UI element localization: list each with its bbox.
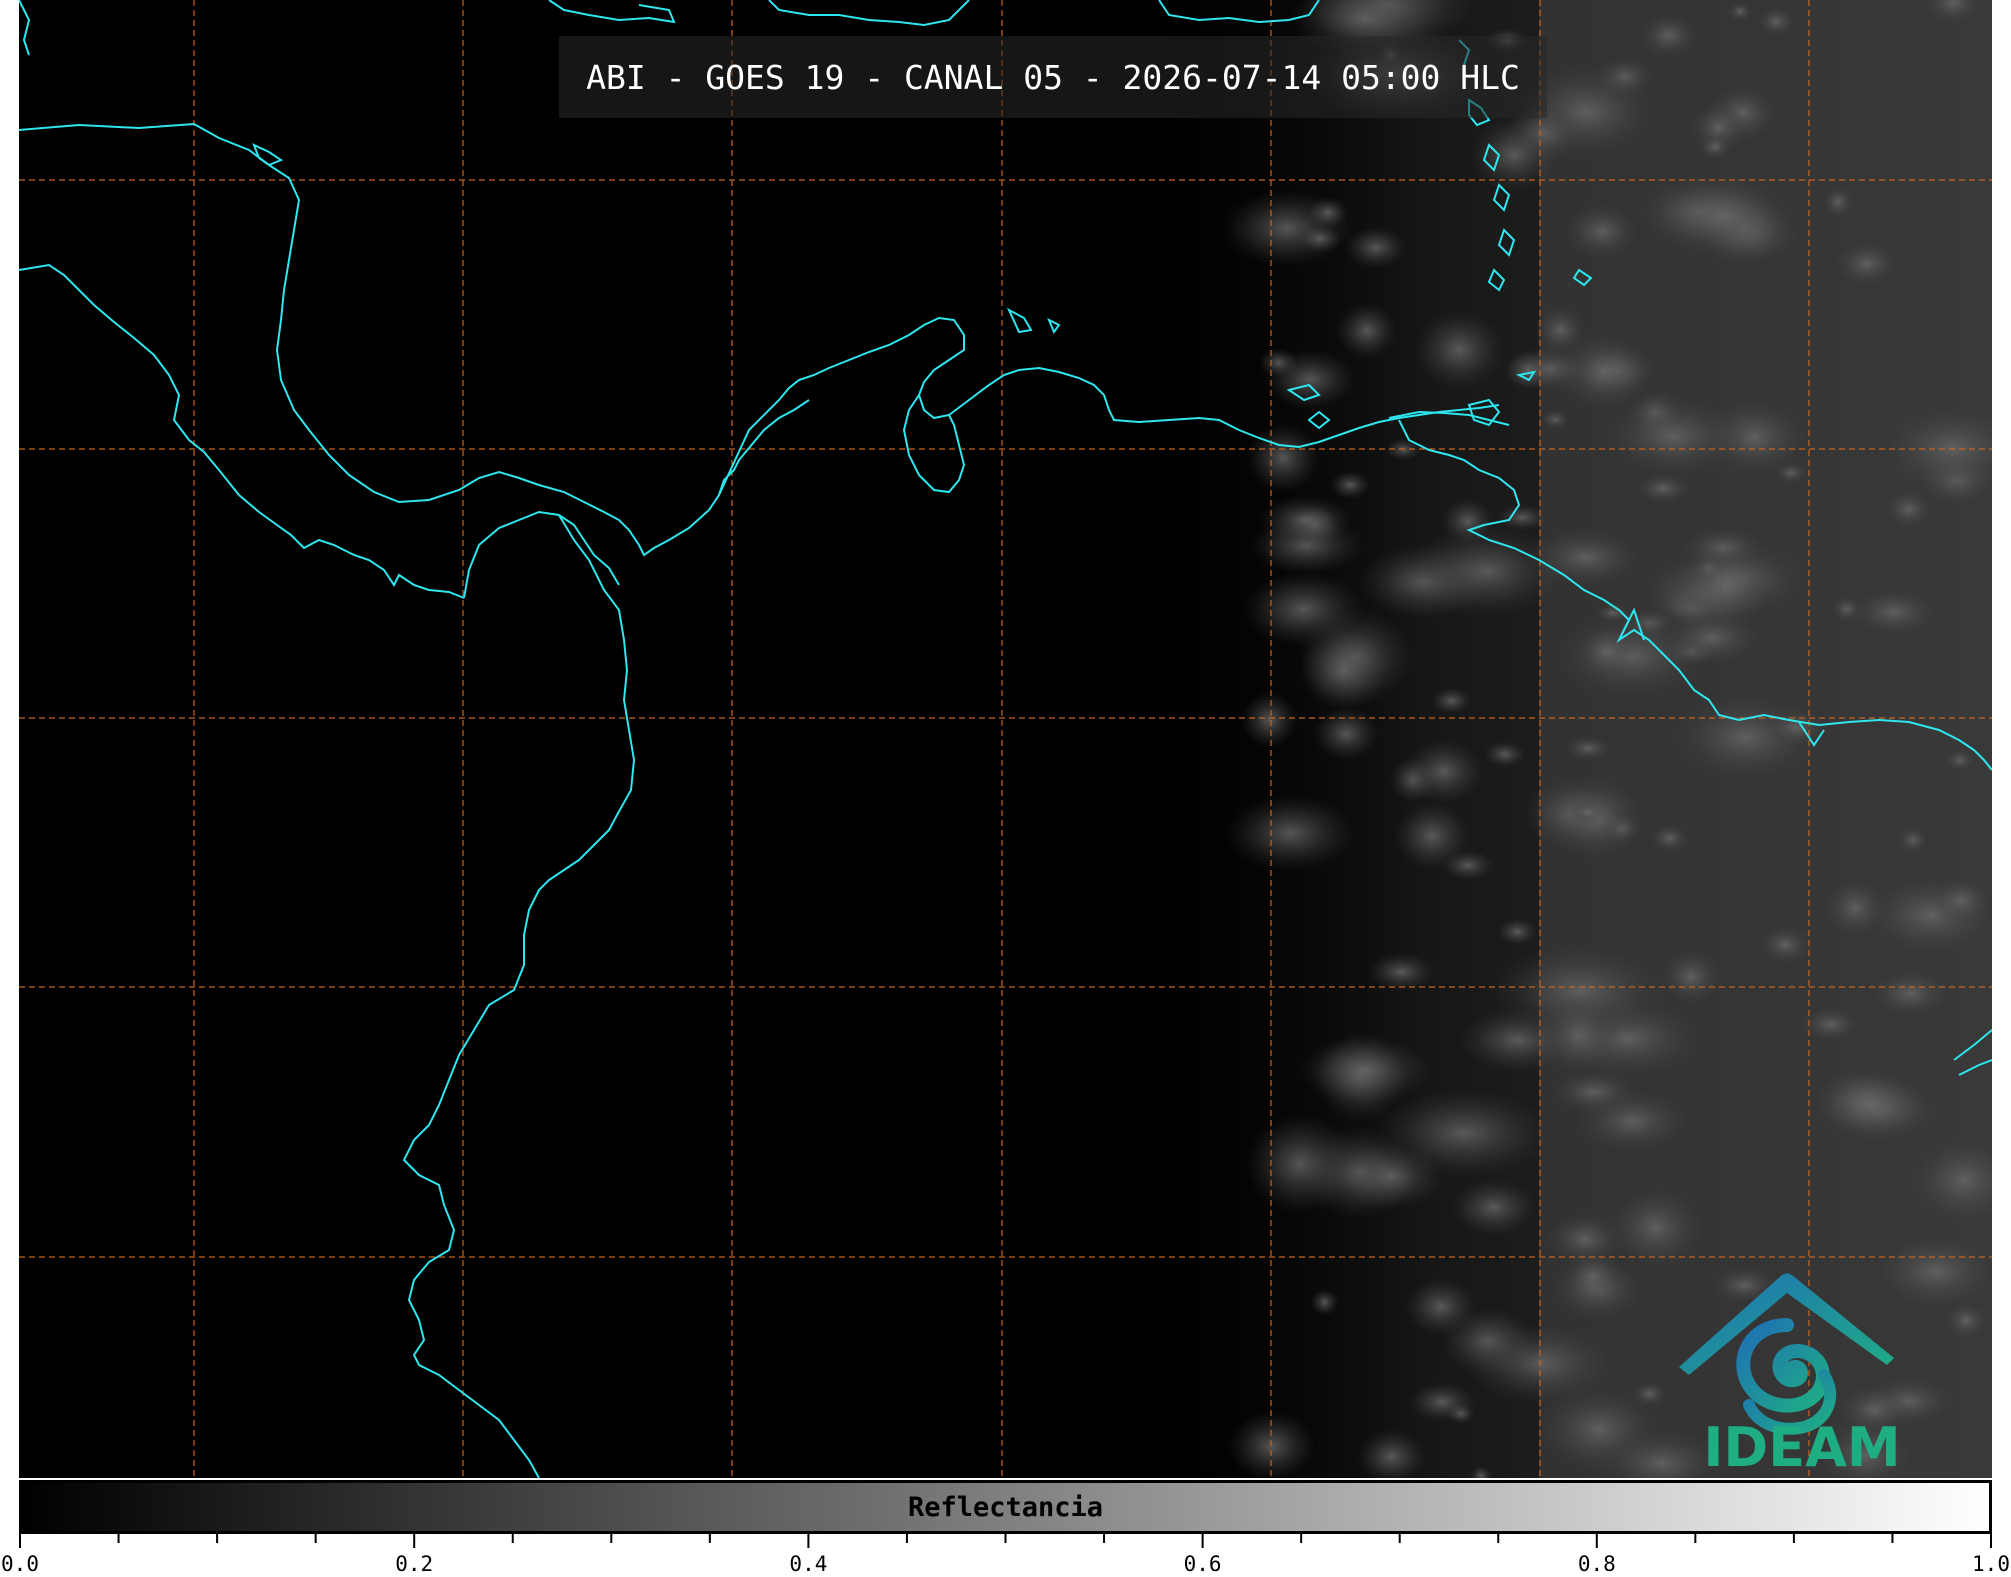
cloud-texture [1339, 1143, 1444, 1210]
colorbar-tick-label: 0.4 [789, 1552, 828, 1576]
colorbar-ticks [19, 1534, 1992, 1548]
map-title: ABI - GOES 19 - CANAL 05 - 2026-07-14 05… [586, 57, 1520, 97]
cloud-texture [1697, 133, 1733, 161]
cloud-texture [1367, 952, 1435, 992]
cloud-texture [1677, 542, 1773, 630]
cloud-texture [1505, 350, 1552, 391]
colorbar-tick-label: 0.0 [1, 1552, 39, 1576]
map-title-box: ABI - GOES 19 - CANAL 05 - 2026-07-14 05… [559, 36, 1547, 118]
cloud-texture [1246, 423, 1320, 493]
colorbar-tick-label: 0.6 [1183, 1552, 1222, 1576]
cloud-texture [1810, 1066, 1931, 1142]
cloud-texture [1297, 224, 1342, 253]
colorbar-tick-label: 0.2 [395, 1552, 434, 1576]
cloud-texture [1450, 1179, 1537, 1236]
cloud-texture [1408, 1382, 1476, 1422]
cloud-texture [1765, 708, 1828, 747]
logo-text: IDEAM [1703, 1416, 1901, 1478]
cloud-texture [1848, 586, 1939, 638]
cloud-texture [1568, 801, 1608, 823]
colorbar-tick-label: 1.0 [1972, 1552, 2010, 1576]
satellite-map: ABI - GOES 19 - CANAL 05 - 2026-07-14 05… [19, 0, 1992, 1478]
cloud-texture [1403, 738, 1484, 805]
cloud-texture [1344, 226, 1408, 269]
colorbar: Reflectancia [19, 1480, 1992, 1534]
cloud-texture [1757, 924, 1814, 966]
cloud-texture [1756, 6, 1797, 37]
cloud-texture [1563, 735, 1613, 762]
cloud-texture [1563, 202, 1641, 261]
colorbar-tick-label: 0.8 [1577, 1552, 1616, 1576]
cloud-texture [1883, 489, 1934, 529]
cloud-texture [1497, 918, 1538, 946]
cloud-texture [1313, 706, 1379, 761]
cloud-texture [1458, 1007, 1577, 1073]
cloud-texture [1225, 795, 1355, 872]
cloud-texture [1822, 876, 1889, 940]
cloud-texture [1540, 409, 1570, 430]
cloud-texture [1727, 0, 1753, 23]
cloud-texture [1833, 239, 1901, 288]
cloud-texture [1463, 1323, 1619, 1404]
cloud-texture [1653, 170, 1796, 263]
cloud-texture [1944, 748, 1976, 772]
cloud-texture [1299, 1036, 1432, 1104]
cloud-texture [1228, 1411, 1316, 1478]
cloud-texture [1943, 1301, 1989, 1340]
cloud-texture [1336, 302, 1398, 359]
cloud-texture [1637, 12, 1700, 59]
cloud-texture [1868, 968, 1953, 1018]
cloud-texture [1240, 691, 1298, 749]
cloud-texture [1310, 1288, 1339, 1316]
cloud-texture [1930, 877, 1992, 924]
cloud-texture [1648, 823, 1691, 854]
cloud-texture [1573, 1087, 1692, 1155]
cloud-texture [1821, 185, 1855, 219]
cloud-texture [1244, 1114, 1356, 1214]
cloud-texture [1258, 496, 1353, 544]
cloud-texture [1414, 310, 1505, 390]
colorbar-label: Reflectancia [907, 1491, 1104, 1523]
cloud-texture [1431, 687, 1473, 715]
cloud-texture [1599, 394, 1748, 479]
cloud-texture [1630, 1380, 1668, 1408]
cloud-texture [1483, 741, 1527, 768]
cloud-texture [1469, 117, 1558, 193]
cloud-texture [1897, 826, 1929, 854]
cloud-texture [1306, 196, 1349, 229]
cloud-texture [1393, 801, 1471, 871]
cloud-texture [1300, 629, 1387, 711]
cloud-texture [1330, 470, 1370, 500]
cloud-texture [1264, 349, 1356, 410]
